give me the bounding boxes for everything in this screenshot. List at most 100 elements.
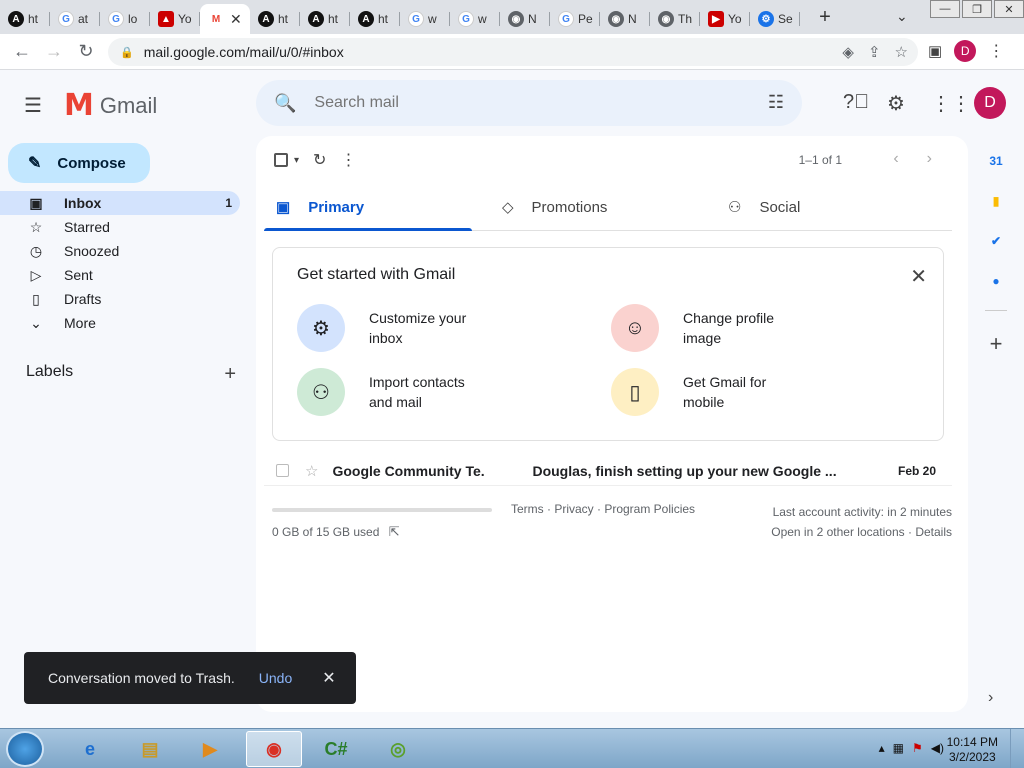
csharp-app-icon[interactable]: C# xyxy=(308,731,364,767)
settings-gear-icon[interactable]: ⚙ xyxy=(887,91,905,116)
browser-tab[interactable]: ◉ N xyxy=(500,4,550,34)
more-options-icon[interactable]: ⋮ xyxy=(340,150,356,170)
refresh-icon[interactable]: ↻ xyxy=(313,150,326,170)
show-desktop-button[interactable] xyxy=(1010,729,1024,768)
minimize-button[interactable]: — xyxy=(930,0,960,18)
chrome-icon[interactable]: ◉ xyxy=(246,731,302,767)
close-icon[interactable]: ✕ xyxy=(322,668,335,688)
compose-label: Compose xyxy=(57,154,126,172)
main-menu-icon[interactable]: ☰ xyxy=(24,93,42,118)
prev-page-icon[interactable]: ‹ xyxy=(893,150,898,168)
browser-tab[interactable]: Aht xyxy=(350,4,400,34)
keep-icon[interactable]: ▮ xyxy=(985,190,1007,212)
sent-icon: ▷ xyxy=(30,266,42,283)
primary-icon: ▣ xyxy=(276,199,291,216)
clock[interactable]: 10:14 PM 3/2/2023 xyxy=(947,735,998,765)
volume-icon[interactable]: ◀) xyxy=(931,741,944,755)
star-icon[interactable]: ☆ xyxy=(305,462,318,480)
system-tray: ▴ ▦ ⚑ ◀) xyxy=(879,741,944,755)
tasks-icon[interactable]: ✔ xyxy=(985,230,1007,252)
search-input[interactable] xyxy=(314,94,715,112)
row-checkbox[interactable] xyxy=(276,464,289,477)
file-explorer-icon[interactable]: ▤ xyxy=(122,731,178,767)
external-link-icon[interactable]: ⇱ xyxy=(389,524,400,539)
undo-button[interactable]: Undo xyxy=(259,670,292,686)
contacts-icon[interactable]: ● xyxy=(985,270,1007,292)
browser-tab[interactable]: ◉ N xyxy=(600,4,650,34)
sidebar-item-snoozed[interactable]: ◷ Snoozed xyxy=(0,239,240,263)
help-icon[interactable]: ?⃝ xyxy=(843,91,869,114)
browser-tab[interactable]: M ✕ xyxy=(200,4,250,34)
sidebar-item-sent[interactable]: ▷ Sent xyxy=(0,263,240,287)
browser-tab[interactable]: Gw xyxy=(450,4,500,34)
network-icon[interactable]: ▦ xyxy=(893,741,904,755)
get-started-item[interactable]: ☺ Change profile image xyxy=(611,304,803,352)
profile-avatar[interactable]: D xyxy=(954,40,977,62)
tab-search-icon[interactable]: ⌄ xyxy=(896,8,908,25)
side-panel-icon[interactable]: ▣ xyxy=(928,42,942,60)
browser-tab[interactable]: ▲ Yo xyxy=(150,4,200,34)
sidebar-item-inbox[interactable]: ▣ Inbox 1 xyxy=(0,191,240,215)
forward-button[interactable]: → xyxy=(38,41,70,62)
browser-menu-icon[interactable]: ⋮ xyxy=(988,41,1004,61)
get-started-item-label: Change profile image xyxy=(683,310,775,346)
chevron-right-icon[interactable]: › xyxy=(988,689,993,707)
footer-links[interactable]: Terms · Privacy · Program Policies xyxy=(511,502,695,516)
media-player-icon[interactable]: ▶ xyxy=(182,731,238,767)
browser-tab[interactable]: ◉ Th xyxy=(650,4,700,34)
get-started-item[interactable]: ⚙ Customize your inbox xyxy=(297,304,489,352)
tab-promotions[interactable]: ◇ Promotions xyxy=(490,184,716,230)
browser-tab[interactable]: Aht xyxy=(0,4,50,34)
new-tab-button[interactable]: + xyxy=(810,6,840,29)
close-tab-icon[interactable]: ✕ xyxy=(230,11,242,28)
browser-tab[interactable]: Aht xyxy=(300,4,350,34)
close-icon[interactable]: ✕ xyxy=(910,264,927,289)
sidebar-item-more[interactable]: ⌄ More xyxy=(0,311,240,335)
gmail-logo[interactable]: M Gmail xyxy=(64,88,157,123)
tab-social[interactable]: ⚇ Social xyxy=(716,184,942,230)
flag-icon[interactable]: ⚑ xyxy=(912,741,923,755)
extension-icon[interactable]: ◈ xyxy=(842,43,854,61)
snoozed-icon: ◷ xyxy=(29,242,43,259)
browser-tab[interactable]: G Pe xyxy=(550,4,600,34)
start-button[interactable] xyxy=(6,731,44,767)
browser-tab[interactable]: Aht xyxy=(250,4,300,34)
browser-tab[interactable]: Gat xyxy=(50,4,100,34)
browser-tab[interactable]: Gw xyxy=(400,4,450,34)
get-started-item[interactable]: ⚇ Import contacts and mail xyxy=(297,368,489,416)
calendar-icon[interactable]: 31 xyxy=(985,150,1007,172)
browser-tab[interactable]: ⚙ Se xyxy=(750,4,800,34)
apps-grid-icon[interactable]: ⋮⋮ xyxy=(931,91,971,116)
url-field[interactable]: 🔒 mail.google.com/mail/u/0/#inbox ◈ ⇪ ☆ xyxy=(108,38,918,66)
select-dropdown-icon[interactable]: ▾ xyxy=(294,155,299,166)
reload-button[interactable]: ↻ xyxy=(70,41,102,62)
sidebar-item-label: Starred xyxy=(64,219,110,235)
tab-primary[interactable]: ▣ Primary xyxy=(264,184,490,231)
get-started-item[interactable]: ▯ Get Gmail for mobile xyxy=(611,368,803,416)
tab-title: lo xyxy=(128,12,138,26)
sidebar-item-drafts[interactable]: ▯ Drafts xyxy=(0,287,240,311)
tab-title: N xyxy=(528,12,537,26)
close-window-button[interactable]: ✕ xyxy=(994,0,1024,18)
mail-panel: ▾ ↻ ⋮ 1–1 of 1 ‹ › ▣ Primary ◇ Promotions ⚇ S… xyxy=(256,136,968,712)
share-icon[interactable]: ⇪ xyxy=(868,43,881,61)
search-icon[interactable]: 🔍 xyxy=(274,93,296,114)
sidebar-item-starred[interactable]: ☆ Starred xyxy=(0,215,240,239)
other-locations[interactable]: Open in 2 other locations · Details xyxy=(771,522,952,542)
select-all-checkbox[interactable] xyxy=(274,153,288,167)
bookmark-star-icon[interactable]: ☆ xyxy=(895,43,908,61)
email-row[interactable]: ☆ Google Community Te. Douglas, finish set… xyxy=(264,456,952,486)
browser-tab[interactable]: Glo xyxy=(100,4,150,34)
get-addons-icon[interactable]: + xyxy=(976,331,1016,357)
account-avatar[interactable]: D xyxy=(974,87,1006,119)
internet-explorer-icon[interactable]: e xyxy=(62,731,118,767)
next-page-icon[interactable]: › xyxy=(927,150,932,168)
back-button[interactable]: ← xyxy=(6,41,38,62)
tray-arrow-icon[interactable]: ▴ xyxy=(879,741,885,755)
browser-tab[interactable]: ▶ Yo xyxy=(700,4,750,34)
maximize-button[interactable]: ❐ xyxy=(962,0,992,18)
add-label-icon[interactable]: + xyxy=(224,363,236,386)
compose-button[interactable]: ✎ Compose xyxy=(8,143,150,183)
app-icon[interactable]: ◎ xyxy=(370,731,426,767)
search-options-icon[interactable]: ☷ xyxy=(768,92,784,113)
